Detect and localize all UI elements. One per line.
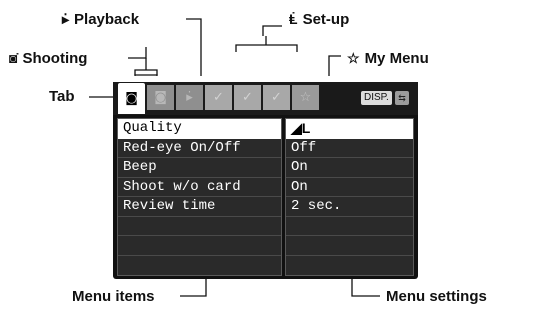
menu-setting-value[interactable]: On <box>286 158 413 178</box>
tab-shooting-1[interactable]: ◙̇ <box>118 83 145 114</box>
tab-label: Tab <box>49 88 75 105</box>
menu-tab-bar: ◙̇ ◙̇ ▸̇ ✓ ✓ ✓ ☆ DISP. ⇆ <box>113 82 418 115</box>
setup-icon: Ⱡ̇ <box>289 11 298 27</box>
menu-items-callout: Menu items <box>72 288 155 306</box>
tab-shooting-2[interactable]: ◙̇ <box>147 85 174 110</box>
playback-icon: ▸̇ <box>62 11 70 27</box>
playback-callout: ▸̇ Playback <box>62 10 139 29</box>
menu-item[interactable]: Beep <box>118 158 281 178</box>
disp-button-indicator: DISP. <box>361 91 392 105</box>
setup-tab-icon: ✓ <box>271 90 282 105</box>
menu-item[interactable]: Review time <box>118 197 281 217</box>
menu-setting-empty <box>286 217 413 236</box>
my-menu-callout: ☆ My Menu <box>347 49 429 68</box>
tab-setup-1[interactable]: ✓ <box>205 85 232 110</box>
playback-label: Playback <box>74 11 140 28</box>
tab-my-menu[interactable]: ☆ <box>292 85 319 110</box>
shooting-label: Shooting <box>22 50 88 67</box>
tab-setup-2[interactable]: ✓ <box>234 85 261 110</box>
setup-callout: Ⱡ̇ Set-up <box>289 10 349 29</box>
playback-tab-icon: ▸̇ <box>186 90 193 105</box>
menu-setting-empty <box>286 236 413 256</box>
menu-item-empty <box>118 236 281 256</box>
shooting-icon: ◙̇ <box>9 50 18 66</box>
shooting-tab-icon: ◙̇ <box>125 91 138 106</box>
tab-callout: Tab <box>49 88 75 106</box>
my-menu-label: My Menu <box>364 50 429 67</box>
menu-setting-value[interactable]: On <box>286 178 413 197</box>
menu-item[interactable]: Quality <box>118 119 281 139</box>
setup-tab-icon: ✓ <box>213 90 224 105</box>
my-menu-icon: ☆ <box>347 50 360 66</box>
setup-tab-icon: ✓ <box>242 90 253 105</box>
menu-items-label: Menu items <box>72 288 155 305</box>
menu-settings-panel: ◢L Off On On 2 sec. <box>285 118 414 276</box>
menu-setting-empty <box>286 256 413 276</box>
camera-lcd-screen: ◙̇ ◙̇ ▸̇ ✓ ✓ ✓ ☆ DISP. ⇆ Quality Red-eye… <box>113 82 418 279</box>
menu-item[interactable]: Shoot w/o card <box>118 178 281 197</box>
menu-setting-value[interactable]: ◢L <box>286 119 413 139</box>
tab-setup-3[interactable]: ✓ <box>263 85 290 110</box>
menu-item-empty <box>118 217 281 236</box>
menu-item[interactable]: Red-eye On/Off <box>118 139 281 158</box>
tab-playback[interactable]: ▸̇ <box>176 85 203 110</box>
shooting-tab-icon: ◙̇ <box>154 90 167 105</box>
menu-item-empty <box>118 256 281 276</box>
language-icon: ⇆ <box>395 91 409 105</box>
menu-items-panel: Quality Red-eye On/Off Beep Shoot w/o ca… <box>117 118 282 276</box>
menu-setting-value[interactable]: 2 sec. <box>286 197 413 217</box>
shooting-callout: ◙̇ Shooting <box>9 49 87 68</box>
menu-settings-label: Menu settings <box>386 288 487 305</box>
menu-setting-value[interactable]: Off <box>286 139 413 158</box>
my-menu-tab-icon: ☆ <box>299 90 312 105</box>
setup-label: Set-up <box>302 11 350 28</box>
menu-settings-callout: Menu settings <box>386 288 487 306</box>
